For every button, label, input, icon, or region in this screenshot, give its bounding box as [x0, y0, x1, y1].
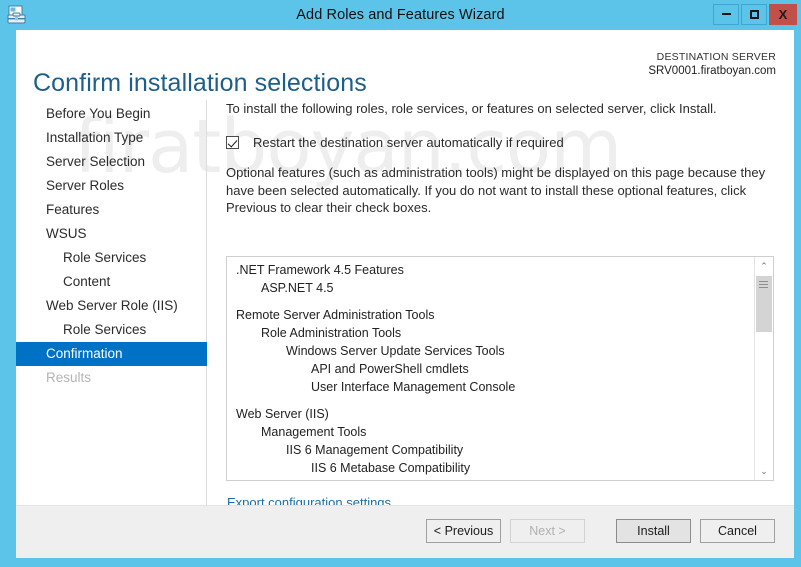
previous-button[interactable]: < Previous: [426, 519, 501, 543]
sidebar-item-role-services[interactable]: Role Services: [16, 318, 206, 342]
sidebar-item-web-server-role-iis[interactable]: Web Server Role (IIS): [16, 294, 206, 318]
list-item: IIS 6 Management Compatibility: [227, 441, 754, 459]
optional-features-note: Optional features (such as administratio…: [226, 164, 766, 217]
nav-divider: [206, 100, 207, 508]
list-item: API and PowerShell cmdlets: [227, 360, 754, 378]
close-button[interactable]: X: [769, 4, 797, 25]
install-button[interactable]: Install: [616, 519, 691, 543]
sidebar-item-results: Results: [16, 366, 206, 390]
sidebar-item-confirmation[interactable]: Confirmation: [16, 342, 207, 366]
list-item: ASP.NET 4.5: [227, 279, 754, 297]
intro-text: To install the following roles, role ser…: [226, 100, 774, 118]
restart-checkbox[interactable]: [226, 136, 239, 149]
sidebar-item-installation-type[interactable]: Installation Type: [16, 126, 206, 150]
sidebar-item-server-selection[interactable]: Server Selection: [16, 150, 206, 174]
minimize-button[interactable]: [713, 4, 739, 25]
list-item: .NET Framework 4.5 Features: [227, 261, 754, 279]
maximize-icon: [750, 10, 759, 19]
main-content: To install the following roles, role ser…: [226, 100, 774, 217]
maximize-button[interactable]: [741, 4, 767, 25]
destination-server-block: DESTINATION SERVER SRV0001.firatboyan.co…: [648, 50, 776, 79]
wizard-footer: < Previous Next > Install Cancel: [16, 506, 794, 558]
restart-checkbox-label[interactable]: Restart the destination server automatic…: [253, 135, 564, 150]
sidebar-item-server-roles[interactable]: Server Roles: [16, 174, 206, 198]
feature-list: .NET Framework 4.5 FeaturesASP.NET 4.5 Re…: [227, 261, 754, 477]
destination-server-label: DESTINATION SERVER: [648, 50, 776, 64]
list-item: IIS 6 Metabase Compatibility: [227, 459, 754, 477]
wizard-client-area: firatboyan.com Confirm installation sele…: [16, 30, 794, 558]
listbox-scrollbar[interactable]: ⌃ ⌄: [754, 257, 773, 480]
restart-option-row[interactable]: Restart the destination server automatic…: [226, 133, 774, 151]
sidebar-item-content[interactable]: Content: [16, 270, 206, 294]
sidebar-item-role-services[interactable]: Role Services: [16, 246, 206, 270]
list-item: Web Server (IIS): [227, 405, 754, 423]
scroll-down-icon[interactable]: ⌄: [755, 462, 773, 480]
sidebar-item-wsus[interactable]: WSUS: [16, 222, 206, 246]
cancel-button[interactable]: Cancel: [700, 519, 775, 543]
list-item: Windows Server Update Services Tools: [227, 342, 754, 360]
list-item: Remote Server Administration Tools: [227, 306, 754, 324]
page-title: Confirm installation selections: [33, 69, 367, 98]
next-button: Next >: [510, 519, 585, 543]
list-item: Role Administration Tools: [227, 324, 754, 342]
wizard-step-nav: Before You BeginInstallation TypeServer …: [16, 102, 206, 390]
selected-features-listbox[interactable]: .NET Framework 4.5 FeaturesASP.NET 4.5 Re…: [226, 256, 774, 481]
title-bar: Add Roles and Features Wizard X: [0, 0, 801, 30]
list-item: Management Tools: [227, 423, 754, 441]
destination-server-name: SRV0001.firatboyan.com: [648, 64, 776, 79]
scrollbar-grip-icon: [759, 281, 768, 288]
add-roles-wizard-window: Add Roles and Features Wizard X firatboy…: [0, 0, 801, 567]
list-spacer: [227, 396, 754, 405]
minimize-icon: [722, 13, 731, 15]
sidebar-item-before-you-begin[interactable]: Before You Begin: [16, 102, 206, 126]
scroll-up-icon[interactable]: ⌃: [755, 257, 773, 275]
list-spacer: [227, 297, 754, 306]
window-title: Add Roles and Features Wizard: [0, 0, 801, 30]
sidebar-item-features[interactable]: Features: [16, 198, 206, 222]
list-item: User Interface Management Console: [227, 378, 754, 396]
